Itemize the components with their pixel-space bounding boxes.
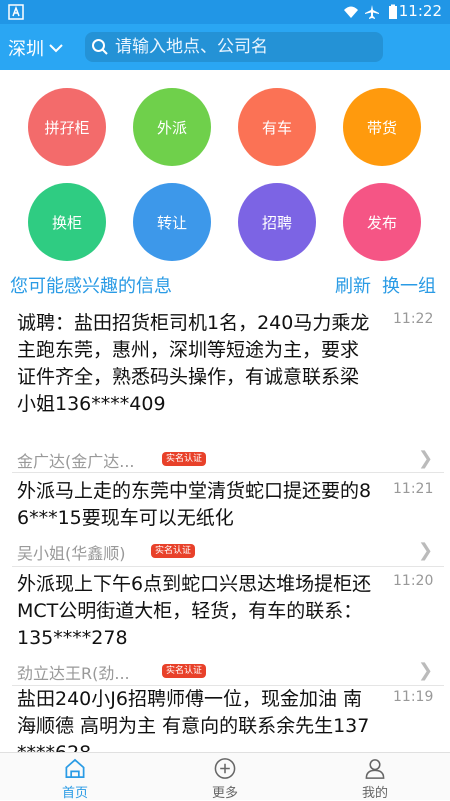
chevron-right-icon: ❯ bbox=[418, 448, 434, 469]
tab-profile-label: 我的 bbox=[361, 786, 388, 801]
post-time: 11:21 bbox=[393, 481, 434, 497]
category-waipai-button[interactable]: 外派 bbox=[133, 88, 211, 166]
post-item[interactable]: 盐田240小J6招聘师傅一位，现金加油 南海顺德 高明为主 有意向的联系余先生1… bbox=[0, 686, 450, 752]
category-youche-button[interactable]: 有车 bbox=[238, 88, 316, 166]
tab-more[interactable]: 更多 bbox=[150, 753, 300, 801]
post-author: 吴小姐(华鑫顺) bbox=[17, 544, 126, 563]
post-content: 盐田240小J6招聘师傅一位，现金加油 南海顺德 高明为主 有意向的联系余先生1… bbox=[17, 688, 370, 752]
user-icon bbox=[365, 759, 385, 779]
search-box[interactable] bbox=[85, 32, 383, 62]
post-time: 11:20 bbox=[393, 573, 434, 589]
plus-circle-icon bbox=[214, 758, 236, 779]
category-label: 有车 bbox=[261, 118, 292, 137]
header-bar: 深圳 bbox=[0, 24, 450, 70]
category-label: 外派 bbox=[156, 118, 187, 137]
status-time: 11:22 bbox=[398, 2, 442, 20]
verified-badge: 实名认证 bbox=[162, 452, 207, 466]
category-fabu-button[interactable]: 发布 bbox=[343, 183, 421, 261]
chevron-right-icon: ❯ bbox=[418, 540, 434, 561]
post-item[interactable]: 外派现上下午6点到蛇口兴思达堆场提柜还MCT公明街道大柜，轻货，有车的联系：13… bbox=[0, 567, 450, 685]
home-icon bbox=[65, 758, 85, 778]
tab-more-label: 更多 bbox=[211, 786, 238, 801]
post-content: 外派现上下午6点到蛇口兴思达堆场提柜还MCT公明街道大柜，轻货，有车的联系：13… bbox=[17, 573, 372, 649]
category-grid: 拼孖柜 外派 有车 带货 换柜 转让 招聘 发布 bbox=[0, 70, 450, 270]
tab-profile[interactable]: 我的 bbox=[300, 753, 450, 801]
interest-title: 您可能感兴趣的信息 bbox=[10, 276, 172, 297]
category-zhaopin-button[interactable]: 招聘 bbox=[238, 183, 316, 261]
swap-group-link[interactable]: 换一组 bbox=[382, 272, 436, 298]
search-input[interactable] bbox=[115, 37, 375, 57]
category-label: 发布 bbox=[366, 213, 397, 232]
wifi-icon bbox=[344, 6, 358, 18]
category-label: 拼孖柜 bbox=[44, 118, 90, 137]
verified-badge: 实名认证 bbox=[162, 664, 207, 678]
post-content: 外派马上走的东莞中堂清货蛇口提还要的86***15要现车可以无纸化 bbox=[17, 480, 372, 529]
post-author: 劲立达王R(劲... bbox=[17, 664, 130, 683]
post-author: 金广达(金广达... bbox=[17, 452, 135, 471]
category-label: 招聘 bbox=[261, 213, 292, 232]
airplane-mode-icon bbox=[365, 5, 379, 19]
app-notification-icon bbox=[8, 4, 24, 20]
post-item[interactable]: 诚聘：盐田招货柜司机1名，240马力乘龙主跑东莞，惠州，深圳等短途为主，要求证件… bbox=[0, 300, 450, 472]
chevron-right-icon: ❯ bbox=[418, 660, 434, 681]
status-bar: 11:22 bbox=[0, 0, 450, 24]
city-selector[interactable]: 深圳 bbox=[8, 35, 64, 61]
verified-badge: 实名认证 bbox=[151, 544, 196, 558]
tab-home-label: 首页 bbox=[61, 786, 88, 801]
tab-home[interactable]: 首页 bbox=[0, 753, 150, 801]
category-pinzigui-button[interactable]: 拼孖柜 bbox=[28, 88, 106, 166]
category-huangui-button[interactable]: 换柜 bbox=[28, 183, 106, 261]
post-feed[interactable]: 诚聘：盐田招货柜司机1名，240马力乘龙主跑东莞，惠州，深圳等短途为主，要求证件… bbox=[0, 300, 450, 752]
category-zhuanrang-button[interactable]: 转让 bbox=[133, 183, 211, 261]
chevron-down-icon bbox=[49, 44, 63, 53]
category-label: 换柜 bbox=[51, 213, 82, 232]
category-label: 转让 bbox=[156, 213, 187, 232]
category-daihuo-button[interactable]: 带货 bbox=[343, 88, 421, 166]
post-time: 11:22 bbox=[393, 311, 434, 327]
city-label: 深圳 bbox=[8, 39, 44, 60]
category-label: 带货 bbox=[366, 118, 397, 137]
bottom-tab-bar: 首页 更多 我的 bbox=[0, 752, 450, 801]
post-item[interactable]: 外派马上走的东莞中堂清货蛇口提还要的86***15要现车可以无纸化 11:21 … bbox=[0, 473, 450, 566]
interest-header: 您可能感兴趣的信息 刷新 换一组 bbox=[0, 270, 450, 298]
post-content: 诚聘：盐田招货柜司机1名，240马力乘龙主跑东莞，惠州，深圳等短途为主，要求证件… bbox=[17, 312, 370, 415]
post-time: 11:19 bbox=[393, 689, 434, 705]
search-icon bbox=[92, 39, 108, 55]
refresh-link[interactable]: 刷新 bbox=[335, 272, 371, 298]
